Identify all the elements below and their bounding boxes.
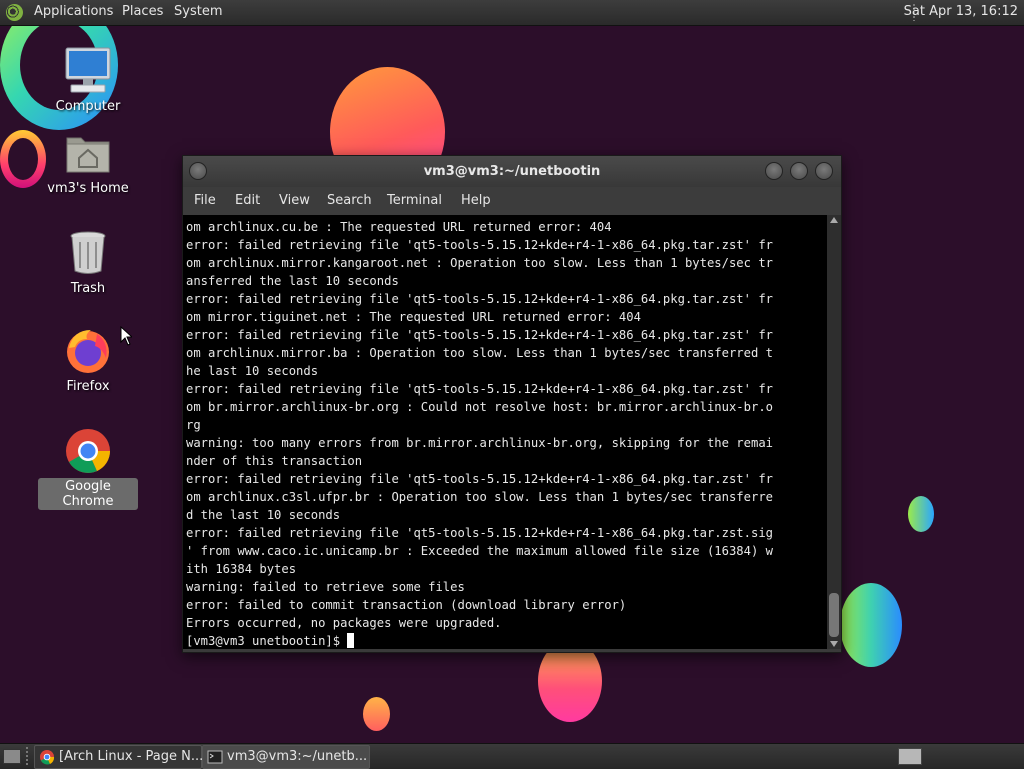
terminal-cursor: [347, 633, 355, 648]
wallpaper-tiny-blob: [363, 697, 390, 731]
mouse-pointer-icon: [120, 326, 132, 346]
desktop-icon-trash[interactable]: Trash: [38, 228, 138, 297]
terminal-line: warning: failed to retrieve some files: [186, 580, 465, 594]
trash-icon: [63, 228, 113, 278]
terminal-line: om archlinux.cu.be : The requested URL r…: [186, 220, 612, 234]
bottom-panel: [Arch Linux - Page N... vm3@vm3:~/unetb.…: [0, 743, 1024, 769]
computer-icon: [63, 46, 113, 96]
terminal-scrollbar[interactable]: [827, 215, 841, 649]
wallpaper-green-blob: [840, 583, 902, 667]
taskbar-item-label: [Arch Linux - Page N...: [59, 749, 204, 764]
distro-logo-icon[interactable]: [6, 4, 23, 21]
terminal-line: d the last 10 seconds: [186, 508, 341, 522]
taskbar-item-label: vm3@vm3:~/unetb...: [227, 749, 368, 764]
terminal-line: nder of this transaction: [186, 454, 363, 468]
terminal-line: ' from www.caco.ic.unicamp.br : Exceeded…: [186, 544, 773, 558]
terminal-line: error: failed to commit transaction (dow…: [186, 598, 627, 612]
terminal-line: om archlinux.mirror.ba : Operation too s…: [186, 346, 773, 360]
shell-prompt: [vm3@vm3 unetbootin]$: [186, 634, 348, 648]
terminal-icon: [207, 750, 223, 764]
desktop-icon-label: Firefox: [66, 379, 110, 394]
wallpaper-small-blob: [908, 496, 934, 532]
desktop-icon-home[interactable]: vm3's Home: [38, 128, 138, 197]
maximize-button[interactable]: [790, 162, 808, 180]
applications-menu[interactable]: Applications: [34, 4, 113, 19]
panel-separator: [26, 747, 28, 766]
home-folder-icon: [63, 128, 113, 178]
window-titlebar[interactable]: vm3@vm3:~/unetbootin: [183, 156, 841, 187]
terminal-line: error: failed retrieving file 'qt5-tools…: [186, 292, 773, 306]
terminal-line: ith 16384 bytes: [186, 562, 297, 576]
menu-view[interactable]: View: [279, 193, 310, 208]
chrome-icon: [40, 750, 55, 765]
menu-edit[interactable]: Edit: [235, 193, 260, 208]
desktop-icon-label: Trash: [70, 281, 106, 296]
terminal-line: om br.mirror.archlinux-br.org : Could no…: [186, 400, 773, 414]
menu-file[interactable]: File: [194, 193, 216, 208]
firefox-icon: [63, 326, 113, 376]
chrome-icon: [63, 426, 113, 476]
terminal-line: error: failed retrieving file 'qt5-tools…: [186, 328, 773, 342]
workspace-switcher[interactable]: [898, 748, 922, 765]
window-menubar: File Edit View Search Terminal Help: [183, 187, 841, 215]
terminal-line: om archlinux.c3sl.ufpr.br : Operation to…: [186, 490, 773, 504]
desktop-icon-label: Computer: [55, 99, 121, 114]
minimize-button[interactable]: [765, 162, 783, 180]
menu-terminal[interactable]: Terminal: [387, 193, 442, 208]
close-button[interactable]: [815, 162, 833, 180]
terminal-window[interactable]: vm3@vm3:~/unetbootin File Edit View Sear…: [182, 155, 842, 653]
scroll-up-arrow-icon[interactable]: [830, 217, 838, 223]
places-menu[interactable]: Places: [122, 4, 163, 19]
terminal-line: he last 10 seconds: [186, 364, 319, 378]
scrollbar-thumb[interactable]: [829, 593, 839, 637]
desktop-icon-label: Google Chrome: [38, 478, 138, 510]
scroll-down-arrow-icon[interactable]: [830, 641, 838, 647]
taskbar-item-terminal[interactable]: vm3@vm3:~/unetb...: [202, 745, 370, 769]
terminal-line: ansferred the last 10 seconds: [186, 274, 399, 288]
clock[interactable]: Sat Apr 13, 16:12: [904, 4, 1018, 19]
desktop-icon-label: vm3's Home: [47, 181, 129, 196]
terminal-line: om archlinux.mirror.kangaroot.net : Oper…: [186, 256, 773, 270]
terminal-line: error: failed retrieving file 'qt5-tools…: [186, 238, 773, 252]
terminal-line: error: failed retrieving file 'qt5-tools…: [186, 382, 773, 396]
terminal-line: warning: too many errors from br.mirror.…: [186, 436, 773, 450]
taskbar-item-browser[interactable]: [Arch Linux - Page N...: [34, 745, 204, 769]
terminal-line: Errors occurred, no packages were upgrad…: [186, 616, 502, 630]
menu-help[interactable]: Help: [461, 193, 491, 208]
desktop-icon-computer[interactable]: Computer: [38, 46, 138, 115]
window-title: vm3@vm3:~/unetbootin: [423, 164, 601, 179]
terminal-line: error: failed retrieving file 'qt5-tools…: [186, 526, 773, 540]
desktop-icon-chrome[interactable]: Google Chrome: [38, 426, 138, 510]
top-panel: Applications Places System Sat Apr 13, 1…: [0, 0, 1024, 26]
terminal-line: error: failed retrieving file 'qt5-tools…: [186, 472, 773, 486]
system-menu[interactable]: System: [174, 4, 222, 19]
terminal-line: om mirror.tiguinet.net : The requested U…: [186, 310, 641, 324]
terminal-line: rg: [186, 418, 201, 432]
terminal-output[interactable]: om archlinux.cu.be : The requested URL r…: [183, 215, 827, 649]
menu-search[interactable]: Search: [327, 193, 372, 208]
show-desktop-icon[interactable]: [3, 749, 21, 764]
